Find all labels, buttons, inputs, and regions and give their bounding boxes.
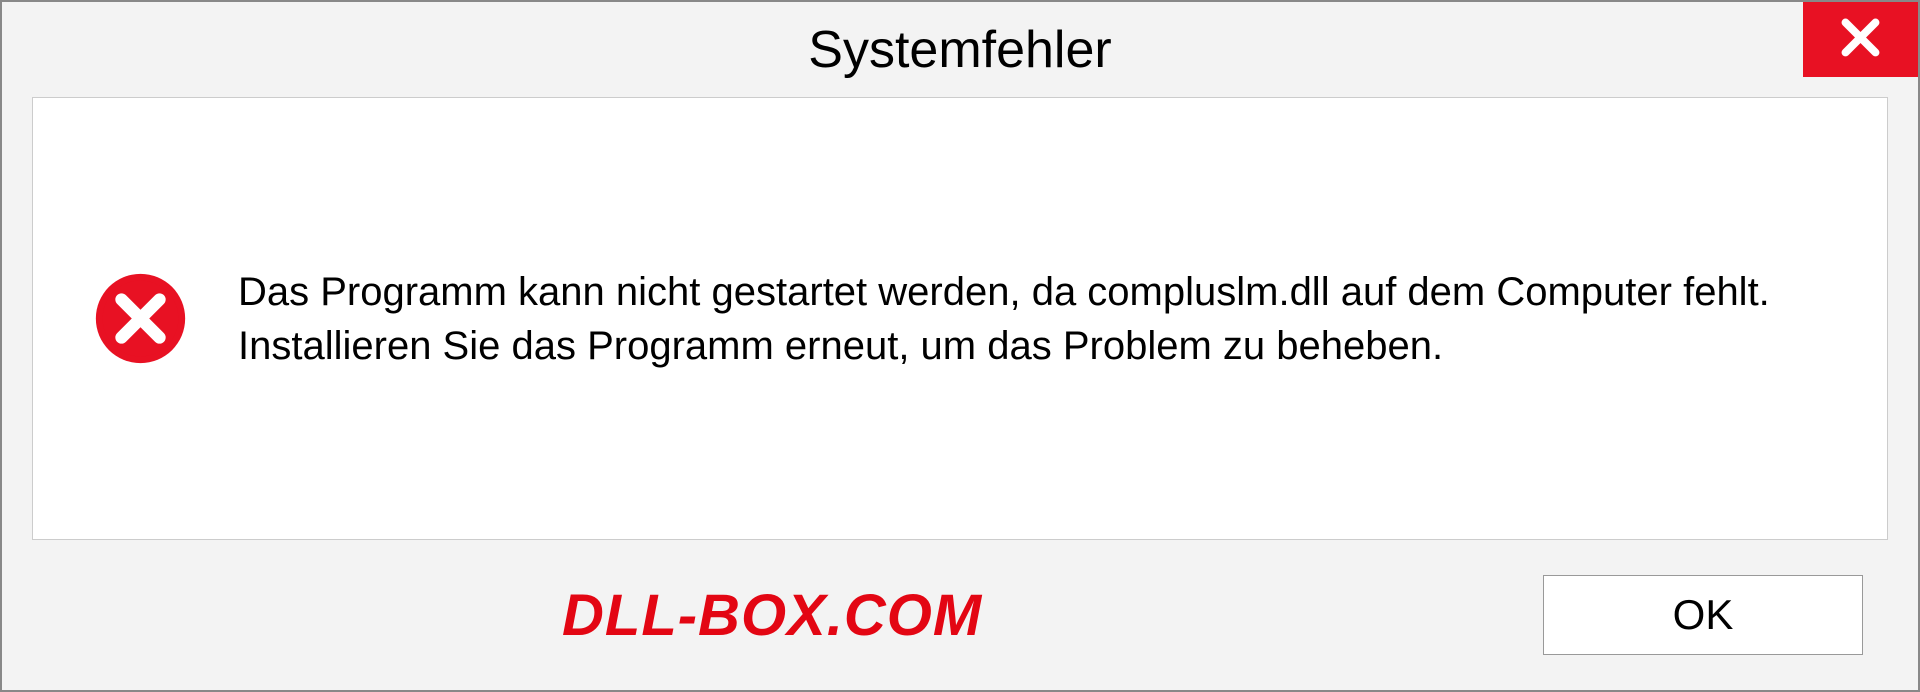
error-icon [93,271,188,366]
error-dialog: Systemfehler Das Programm kann nicht ges… [0,0,1920,692]
titlebar: Systemfehler [2,2,1918,97]
dialog-footer: DLL-BOX.COM OK [2,540,1918,690]
watermark-text: DLL-BOX.COM [562,582,982,649]
error-message: Das Programm kann nicht gestartet werden… [238,265,1827,373]
close-button[interactable] [1803,2,1918,77]
content-panel: Das Programm kann nicht gestartet werden… [32,97,1888,540]
dialog-title: Systemfehler [808,20,1111,80]
ok-button[interactable]: OK [1543,575,1863,655]
close-icon [1838,15,1883,65]
